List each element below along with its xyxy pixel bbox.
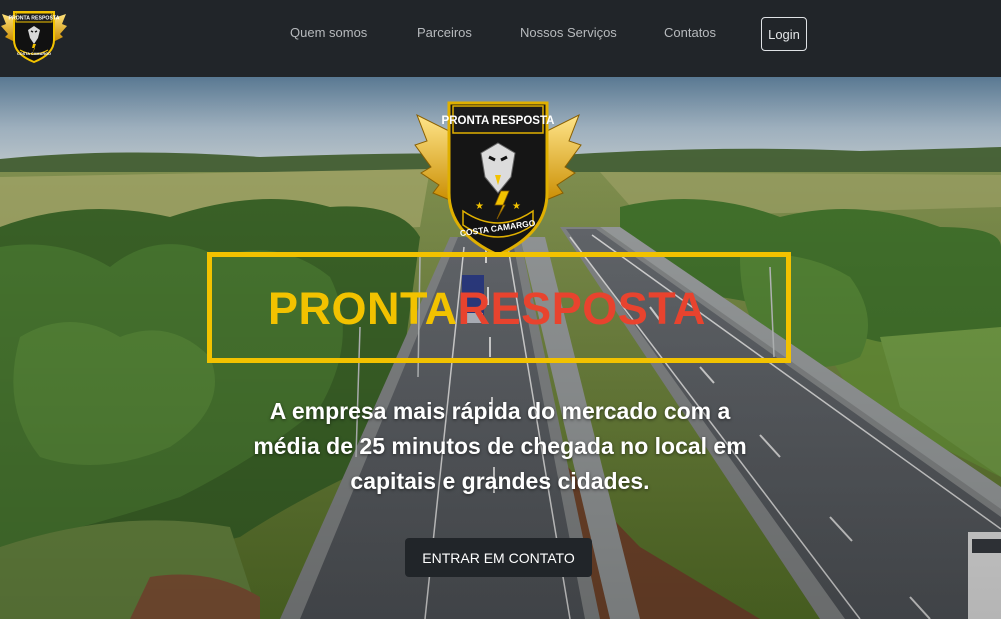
hero-tagline: A empresa mais rápida do mercado com a m… [253, 398, 747, 494]
nav-link-contatos[interactable]: Contatos [664, 25, 716, 40]
svg-text:★: ★ [512, 201, 521, 212]
hero-title: PRONTARESPOSTA [268, 284, 706, 334]
nav-links: Quem somos Parceiros Nossos Serviços Con… [0, 0, 1001, 68]
hero-title-part1: PRONTA [268, 283, 458, 334]
top-navbar: PRONTA RESPOSTA COSTA CAMARGO Quem somos… [0, 0, 1001, 77]
hero-emblem-top-text: PRONTA RESPOSTA [442, 115, 555, 127]
nav-link-quem-somos[interactable]: Quem somos [290, 25, 367, 40]
nav-link-parceiros[interactable]: Parceiros [417, 25, 472, 40]
nav-link-nossos-servicos[interactable]: Nossos Serviços [520, 25, 617, 40]
hero-emblem: ★ ★ PRONTA RESPOSTA COSTA CAMARGO [414, 101, 582, 257]
login-button[interactable]: Login [761, 17, 807, 51]
hero-title-part2: RESPOSTA [457, 283, 706, 334]
contact-cta-button[interactable]: ENTRAR EM CONTATO [405, 538, 592, 577]
svg-text:★: ★ [475, 201, 484, 212]
hero-section: ★ ★ PRONTA RESPOSTA COSTA CAMARGO PRONTA… [0, 77, 1001, 619]
